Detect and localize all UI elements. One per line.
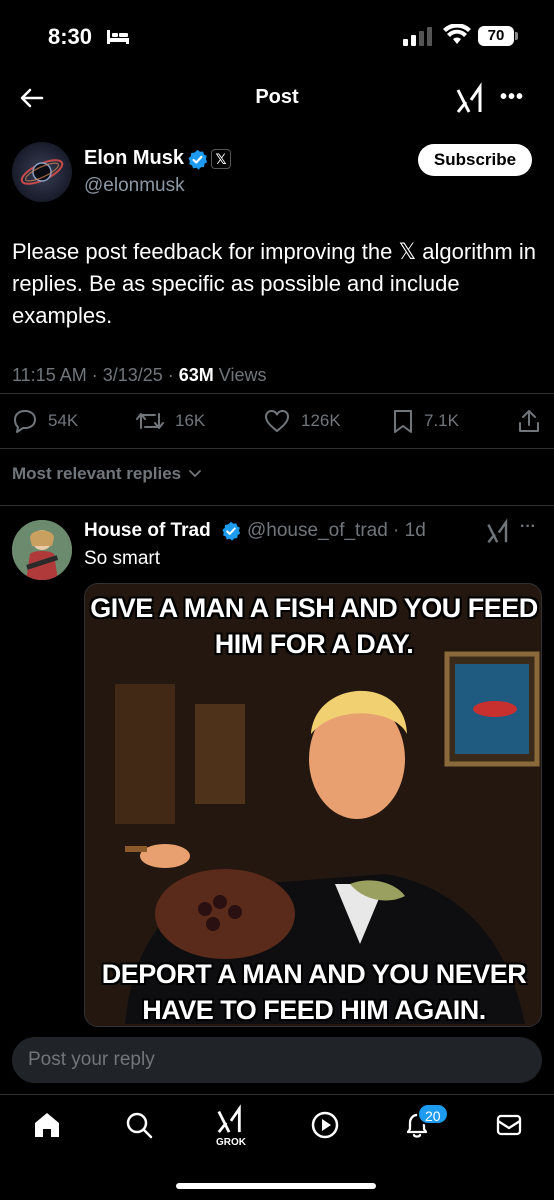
avatar-image xyxy=(20,159,64,185)
reply-text: So smart xyxy=(84,548,161,569)
share-icon xyxy=(519,410,539,432)
author-name[interactable]: Elon Musk xyxy=(84,147,184,170)
more-icon[interactable]: ••• xyxy=(500,86,524,109)
author-avatar[interactable] xyxy=(12,142,72,202)
verified-badge-icon xyxy=(188,149,208,170)
meme-top-caption: GIVE A MAN A FISH AND YOU FEED HIM FOR A… xyxy=(90,593,538,659)
reply-composer-input[interactable]: Post your reply xyxy=(12,1037,542,1083)
mail-icon[interactable] xyxy=(495,1112,523,1138)
share-action[interactable] xyxy=(516,405,552,437)
divider xyxy=(0,393,554,394)
grok-icon[interactable] xyxy=(486,518,510,544)
author-handle[interactable]: @elonmusk xyxy=(84,175,185,197)
views-label: Views xyxy=(213,365,267,385)
like-action[interactable]: 126K xyxy=(263,405,341,437)
reply-handle-time[interactable]: @house_of_trad · 1d xyxy=(247,520,426,542)
bed-icon xyxy=(107,30,129,44)
repost-action[interactable]: 16K xyxy=(135,405,205,437)
post-meta: 11:15 AM · 3/13/25 · 63M Views xyxy=(12,365,266,386)
reply-avatar-image xyxy=(12,520,72,580)
reply-more-icon[interactable]: ··· xyxy=(520,518,536,536)
search-icon[interactable] xyxy=(124,1110,154,1140)
home-icon[interactable] xyxy=(32,1111,62,1139)
verified-badge-icon xyxy=(222,521,241,541)
repost-count: 16K xyxy=(175,411,206,430)
home-indicator[interactable] xyxy=(176,1183,376,1189)
meme-bottom-caption: DEPORT A MAN AND YOU NEVER HAVE TO FEED … xyxy=(101,959,527,1025)
reply-meme-image[interactable]: GIVE A MAN A FISH AND YOU FEED HIM FOR A… xyxy=(84,583,542,1027)
battery-icon: 70 xyxy=(478,26,514,46)
divider xyxy=(0,448,554,449)
grok-tab-label: GROK xyxy=(216,1137,246,1148)
subscribe-button[interactable]: Subscribe xyxy=(418,144,532,176)
reply-avatar[interactable] xyxy=(12,520,72,580)
bookmark-action[interactable]: 7.1K xyxy=(392,405,459,437)
like-count: 126K xyxy=(301,411,341,430)
wifi-icon xyxy=(443,24,471,44)
heart-icon xyxy=(265,410,289,432)
notifications-badge: 20 xyxy=(417,1103,449,1125)
x-affiliate-icon: 𝕏 xyxy=(211,149,231,169)
reply-icon xyxy=(14,410,36,433)
bookmark-count: 7.1K xyxy=(424,411,459,430)
post-text: Please post feedback for improving the 𝕏… xyxy=(12,239,536,328)
post-timestamp: 11:15 AM · 3/13/25 · xyxy=(12,365,179,385)
replies-sort-dropdown[interactable]: Most relevant replies xyxy=(12,464,202,484)
reply-author-name[interactable]: House of Trad xyxy=(84,520,211,542)
divider xyxy=(0,505,554,506)
chevron-down-icon xyxy=(188,470,201,478)
signal-icon xyxy=(403,27,432,46)
grok-icon[interactable] xyxy=(455,82,485,114)
status-time: 8:30 xyxy=(48,24,93,49)
header-bar: Post ••• xyxy=(0,72,554,124)
status-bar: 8:30 70 xyxy=(0,0,554,70)
views-count: 63M xyxy=(178,365,214,385)
reply-action[interactable]: 54K xyxy=(12,405,78,437)
repost-icon xyxy=(136,413,164,429)
reply-count: 54K xyxy=(48,411,79,430)
replies-sort-label: Most relevant replies xyxy=(12,464,182,483)
bookmark-icon xyxy=(394,410,412,433)
video-icon[interactable] xyxy=(310,1110,340,1140)
battery-tip xyxy=(515,32,518,40)
grok-tab-icon[interactable] xyxy=(216,1104,244,1134)
